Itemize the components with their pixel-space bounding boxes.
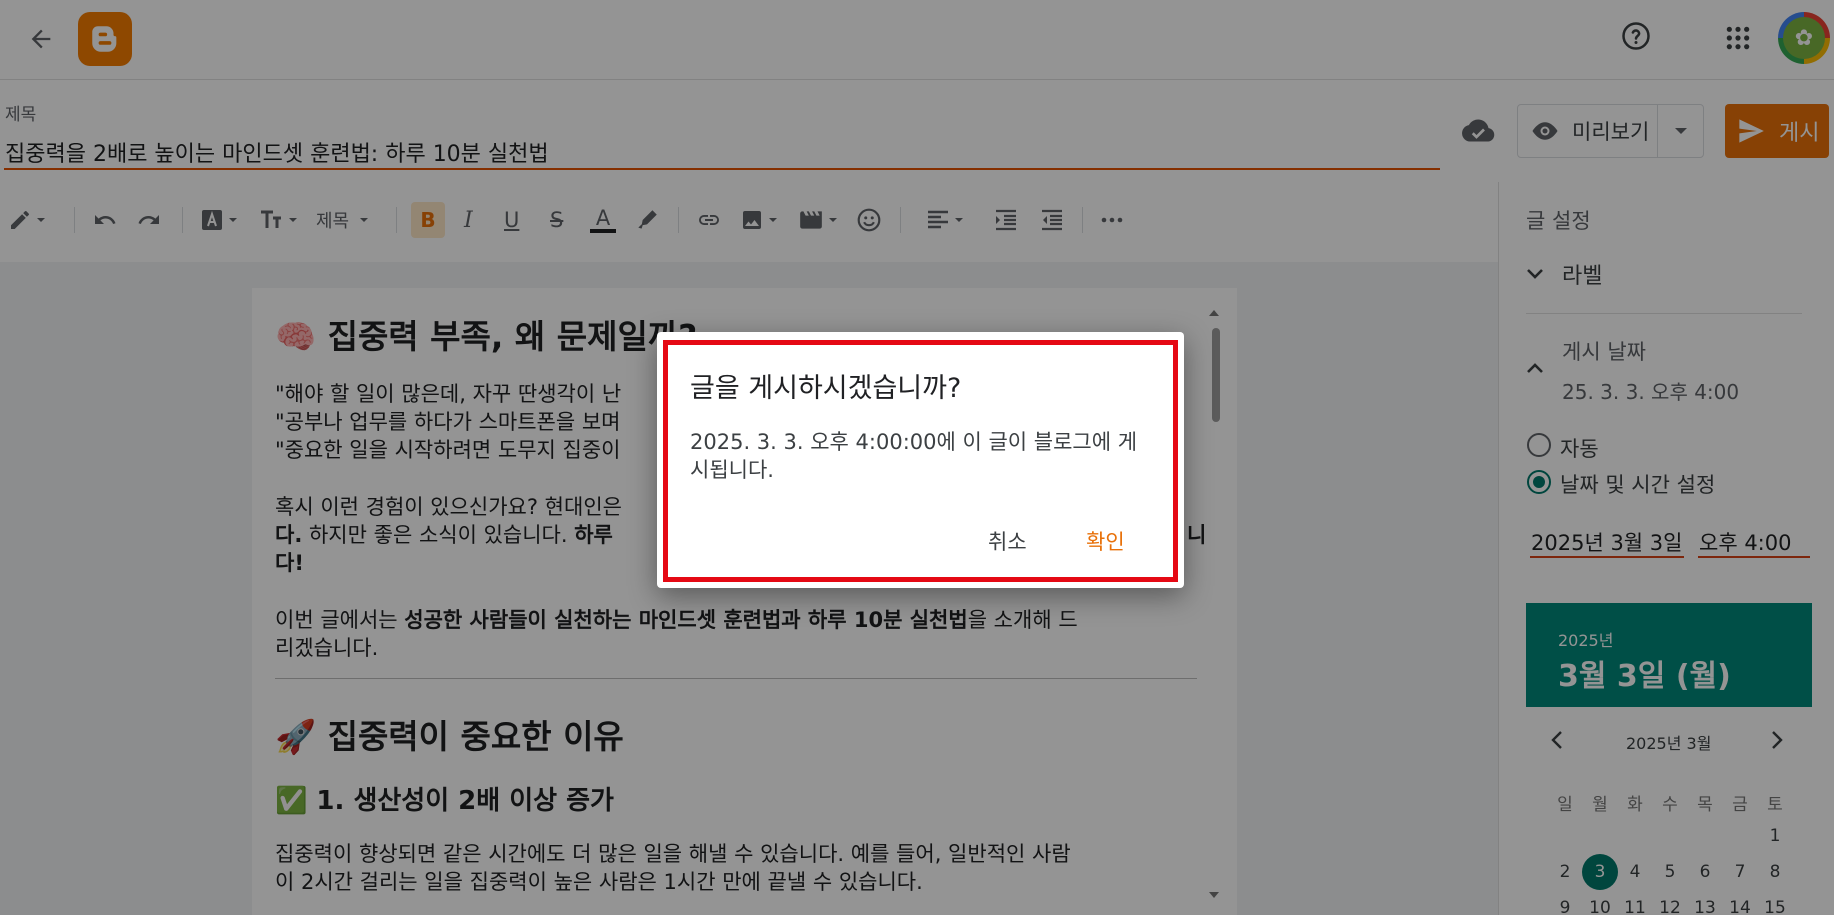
dialog-message: 2025. 3. 3. 오후 4:00:00에 이 글이 블로그에 게시됩니다. [690,430,1138,482]
dialog-title: 글을 게시하시겠습니까? [690,373,962,404]
confirm-button[interactable]: 확인 [1086,526,1125,556]
cancel-button[interactable]: 취소 [988,526,1027,556]
